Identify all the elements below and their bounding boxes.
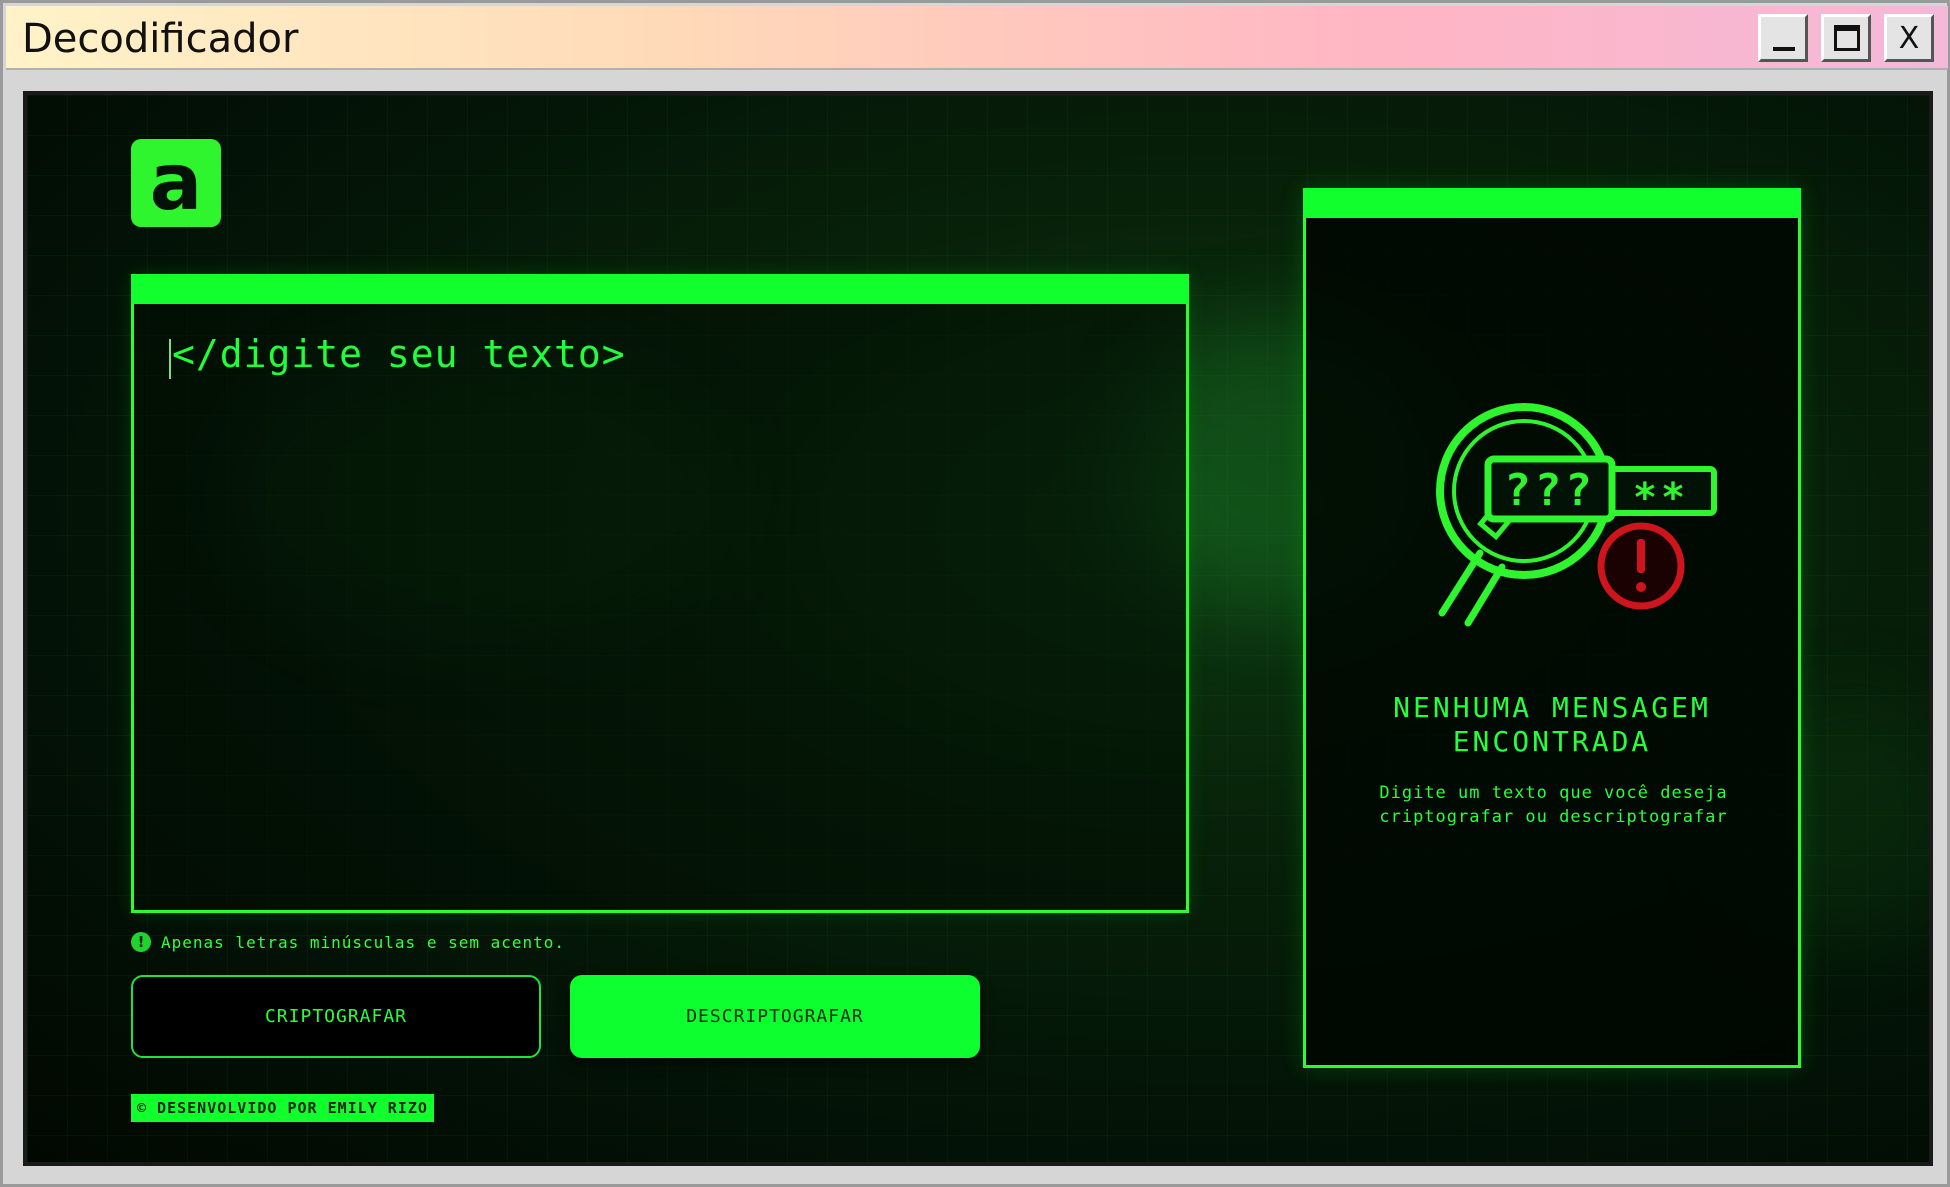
text-input-area[interactable]: </digite seu texto> bbox=[131, 274, 1189, 913]
close-button[interactable]: X bbox=[1884, 14, 1934, 62]
close-icon: X bbox=[1898, 20, 1920, 56]
empty-state-title-line2: ENCONTRADA bbox=[1452, 725, 1652, 758]
decrypt-button[interactable]: DESCRIPTOGRAFAR bbox=[570, 975, 980, 1058]
panel-header-bar bbox=[131, 274, 1189, 304]
panel-header-bar bbox=[1303, 188, 1801, 218]
app-logo: a bbox=[131, 139, 221, 227]
minimize-button[interactable] bbox=[1758, 14, 1808, 62]
maximize-button[interactable] bbox=[1821, 14, 1871, 62]
app-window: Decodificador X a </digite seu texto> ! … bbox=[0, 0, 1950, 1187]
alert-circle-icon: ! bbox=[131, 932, 151, 952]
hint-text: Apenas letras minúsculas e sem acento. bbox=[161, 932, 566, 952]
tag-text: ** bbox=[1633, 475, 1689, 521]
alert-icon bbox=[1597, 522, 1685, 610]
input-hint: ! Apenas letras minúsculas e sem acento. bbox=[131, 930, 565, 954]
encrypt-button[interactable]: CRIPTOGRAFAR bbox=[131, 975, 541, 1058]
window-title: Decodificador bbox=[22, 16, 299, 62]
minimize-icon bbox=[1773, 47, 1795, 51]
output-panel: ??? ** NENHUMA MENSAGEM ENCONTRADA Digit… bbox=[1303, 188, 1801, 1068]
footer-credit: © DESENVOLVIDO POR EMILY RIZO bbox=[131, 1094, 434, 1122]
empty-state-title: NENHUMA MENSAGEM ENCONTRADA bbox=[1306, 691, 1798, 759]
app-content: a </digite seu texto> ! Apenas letras mi… bbox=[23, 91, 1933, 1166]
magnifier-illustration: ??? ** bbox=[1436, 403, 1717, 627]
empty-state-title-line1: NENHUMA MENSAGEM bbox=[1393, 691, 1711, 724]
empty-state-description: Digite um texto que você deseja criptogr… bbox=[1379, 783, 1728, 827]
maximize-icon bbox=[1834, 25, 1860, 51]
title-bar: Decodificador X bbox=[6, 6, 1948, 70]
text-cursor bbox=[169, 339, 171, 379]
lens-text: ??? bbox=[1504, 465, 1595, 516]
input-placeholder: </digite seu texto> bbox=[172, 332, 626, 376]
